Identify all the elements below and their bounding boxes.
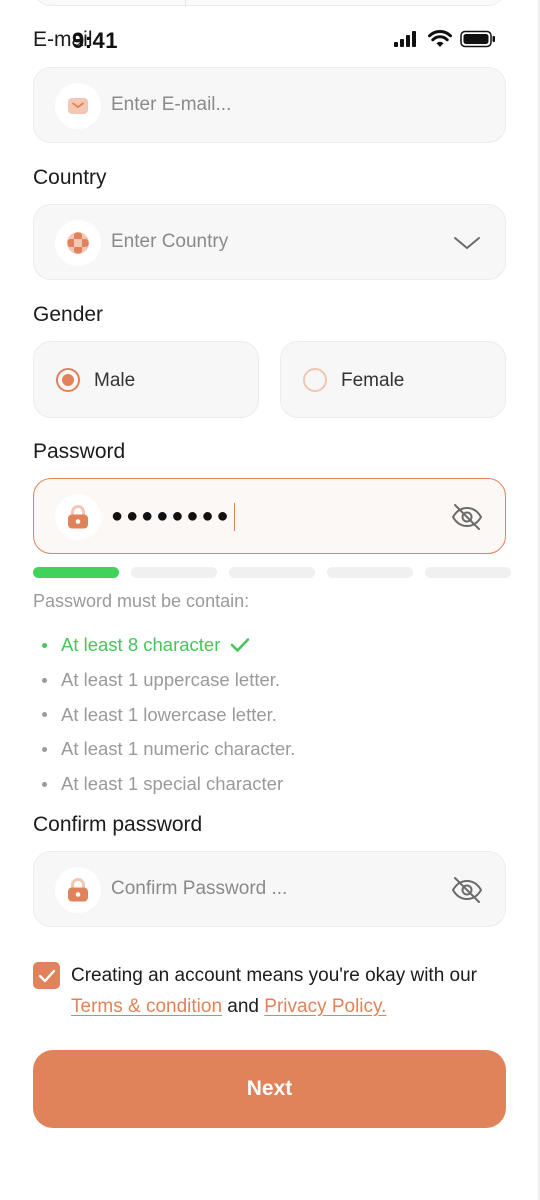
eye-off-icon[interactable] bbox=[451, 501, 483, 533]
terms-text-middle: and bbox=[222, 996, 265, 1017]
text-caret bbox=[233, 502, 236, 531]
password-strength-meter bbox=[33, 567, 511, 578]
bullet bbox=[42, 781, 47, 787]
requirement-text: At least 1 special character bbox=[61, 773, 284, 795]
confirm-password-input[interactable]: Confirm Password ... bbox=[111, 852, 287, 926]
requirement-text: At least 1 uppercase letter. bbox=[61, 669, 281, 691]
strength-segment bbox=[131, 567, 217, 578]
password-input[interactable]: ●●●●●●●● bbox=[111, 479, 236, 553]
gender-option-female[interactable]: Female bbox=[280, 341, 506, 418]
bullet bbox=[42, 712, 47, 718]
terms-checkbox[interactable] bbox=[33, 962, 60, 989]
bullet bbox=[42, 677, 47, 683]
country-select[interactable]: Enter Country bbox=[33, 204, 506, 280]
lock-icon bbox=[55, 867, 101, 913]
requirement-item: At least 1 numeric character. bbox=[42, 732, 295, 767]
strength-segment bbox=[33, 567, 119, 578]
bullet bbox=[42, 746, 47, 752]
email-input[interactable]: Enter E-mail... bbox=[111, 68, 231, 142]
requirement-item: At least 1 lowercase letter. bbox=[42, 697, 295, 732]
status-bar: 9:41 bbox=[0, 22, 540, 62]
requirement-item: At least 8 character bbox=[42, 628, 295, 663]
strength-segment bbox=[229, 567, 315, 578]
next-button[interactable]: Next bbox=[33, 1050, 506, 1128]
requirement-text: At least 8 character bbox=[61, 634, 221, 656]
field-divider bbox=[185, 0, 186, 7]
requirements-list: At least 8 character At least 1 uppercas… bbox=[42, 628, 295, 801]
country-label: Country bbox=[33, 166, 107, 189]
gender-label: Gender bbox=[33, 303, 104, 326]
email-field[interactable]: Enter E-mail... bbox=[33, 67, 506, 143]
strength-segment bbox=[327, 567, 413, 578]
bullet bbox=[42, 642, 47, 648]
requirement-item: At least 1 uppercase letter. bbox=[42, 663, 295, 698]
signal-icon bbox=[394, 31, 420, 52]
radio-unselected-icon[interactable] bbox=[303, 368, 327, 392]
requirement-text: At least 1 lowercase letter. bbox=[61, 703, 277, 725]
terms-text: Creating an account means you're okay wi… bbox=[71, 960, 511, 1022]
check-icon bbox=[38, 969, 55, 982]
requirements-title: Password must be contain: bbox=[33, 591, 250, 611]
strength-segment bbox=[425, 567, 511, 578]
lock-icon bbox=[55, 494, 101, 540]
requirement-text: At least 1 numeric character. bbox=[61, 738, 296, 760]
envelope-icon bbox=[55, 83, 101, 129]
privacy-policy-link[interactable]: Privacy Policy. bbox=[264, 996, 386, 1017]
eye-off-icon[interactable] bbox=[451, 874, 483, 906]
gender-option-male[interactable]: Male bbox=[33, 341, 259, 418]
requirement-item: At least 1 special character bbox=[42, 767, 295, 802]
terms-text-before: Creating an account means you're okay wi… bbox=[71, 965, 478, 986]
previous-field-remnant bbox=[33, 0, 506, 7]
status-time: 9:41 bbox=[72, 28, 119, 53]
wifi-icon bbox=[428, 30, 452, 53]
battery-icon bbox=[460, 30, 496, 53]
gender-female-label: Female bbox=[341, 370, 405, 391]
country-input[interactable]: Enter Country bbox=[111, 205, 228, 279]
check-icon bbox=[230, 637, 250, 653]
password-label: Password bbox=[33, 440, 126, 463]
terms-link[interactable]: Terms & condition bbox=[71, 996, 222, 1017]
status-icons bbox=[394, 30, 496, 53]
radio-inner bbox=[62, 374, 74, 386]
radio-selected-icon[interactable] bbox=[56, 368, 80, 392]
chevron-down-icon[interactable] bbox=[451, 227, 483, 259]
globe-icon bbox=[55, 220, 101, 266]
confirm-password-field[interactable]: Confirm Password ... bbox=[33, 851, 506, 927]
password-value: ●●●●●●●● bbox=[111, 505, 232, 527]
password-field[interactable]: ●●●●●●●● bbox=[33, 478, 506, 554]
confirm-password-label: Confirm password bbox=[33, 813, 203, 836]
gender-male-label: Male bbox=[94, 370, 136, 391]
